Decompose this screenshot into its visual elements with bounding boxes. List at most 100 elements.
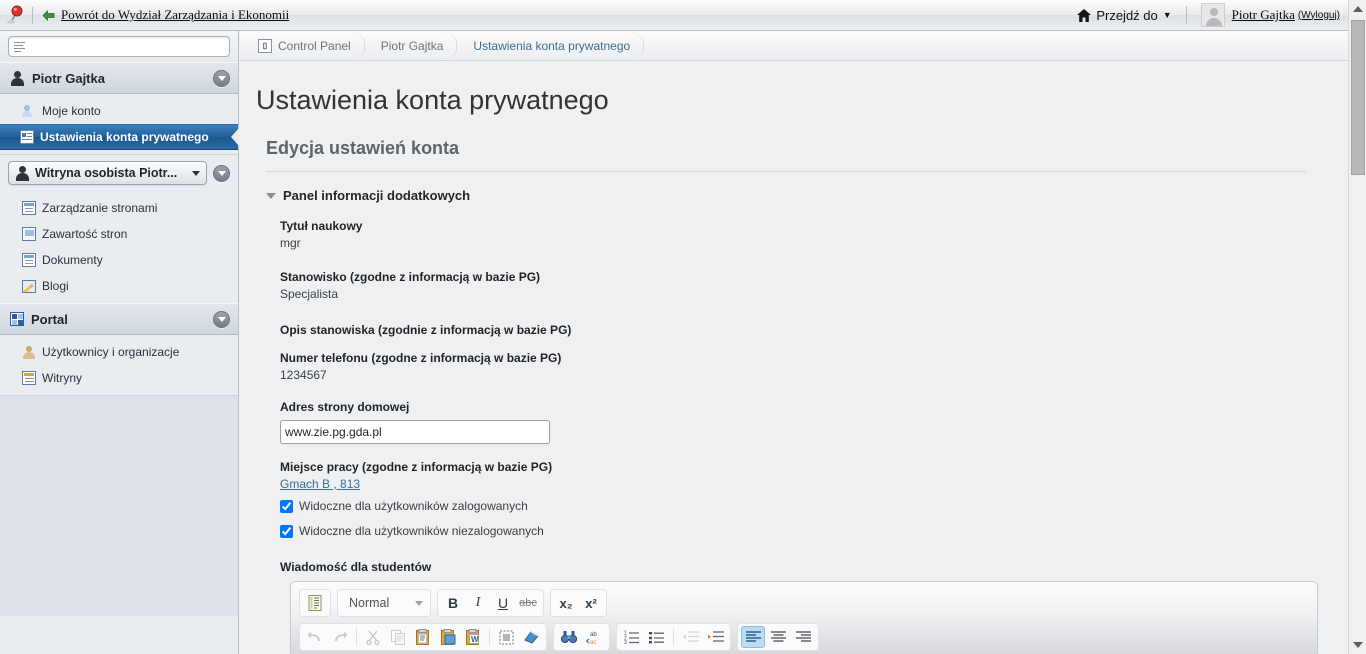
sidebar-item-uzytkownicy-i-organizacje[interactable]: Użytkownicy i organizacje [0, 339, 238, 365]
scroll-up-icon[interactable] [1349, 0, 1366, 18]
decrease-indent-icon[interactable] [678, 626, 702, 648]
paste-icon[interactable] [411, 626, 435, 648]
redo-icon[interactable] [328, 626, 352, 648]
editor-group-find: ab ac [553, 623, 610, 651]
triangle-down-icon [266, 192, 276, 199]
numbered-list-icon[interactable]: 1 2 3 [620, 626, 644, 648]
sidebar-item-zarzadzanie-stronami[interactable]: Zarządzanie stronami [0, 195, 238, 221]
field-label: Opis stanowiska (zgodnie z informacją w … [280, 323, 572, 337]
sidebar-section-user[interactable]: Piotr Gajtka [0, 62, 238, 94]
homepage-input[interactable] [280, 420, 550, 444]
sidebar-bottom-fill [0, 396, 238, 616]
goto-menu[interactable]: Przejdź do ▼ [1077, 8, 1172, 23]
paste-plain-text-icon[interactable] [436, 626, 460, 648]
user-name-link[interactable]: Piotr Gajtka [1232, 7, 1295, 23]
field-opis-stanowiska: Opis stanowiska (zgodnie z informacją w … [280, 323, 1348, 337]
svg-text:3: 3 [624, 640, 627, 644]
field-tytul-naukowy: Tytuł naukowy mgr [280, 219, 1348, 250]
sidebar-item-moje-konto[interactable]: Moje konto [0, 98, 238, 124]
visible-logged-in-checkbox[interactable] [280, 499, 293, 513]
sidebar-item-witryny[interactable]: Witryny [0, 365, 238, 391]
breadcrumb: ▯ Control Panel Piotr Gajtka Ustawienia … [240, 31, 1348, 61]
back-link[interactable]: Powrót do Wydział Zarządzania i Ekonomii [61, 7, 289, 23]
checkbox-row-logged-out: Widoczne dla użytkowników niezalogowanyc… [280, 524, 1348, 538]
scroll-thumb[interactable] [1351, 20, 1365, 175]
chevron-down-icon[interactable] [213, 69, 230, 87]
svg-text:ac: ac [590, 640, 596, 645]
breadcrumb-item-control-panel[interactable]: ▯ Control Panel [252, 31, 365, 61]
avatar[interactable] [1200, 3, 1225, 27]
sidebar-section-portal[interactable]: Portal [0, 303, 238, 335]
scroll-down-icon[interactable] [1349, 636, 1366, 654]
underline-button[interactable]: U [491, 592, 515, 614]
field-adres-strony-domowej: Adres strony domowej [280, 400, 1348, 444]
sidebar: Piotr Gajtka Moje konto Ustawienia konta… [0, 31, 239, 654]
sidebar-item-label: Moje konto [42, 104, 101, 118]
main-content: ▯ Control Panel Piotr Gajtka Ustawienia … [240, 31, 1348, 654]
section-title: Edycja ustawień konta [266, 138, 460, 158]
field-label: Wiadomość dla studentów [280, 560, 432, 574]
chevron-down-icon[interactable] [213, 164, 230, 182]
blog-pencil-icon [22, 279, 36, 293]
field-stanowisko: Stanowisko (zgodne z informacją w bazie … [280, 270, 1348, 301]
sidebar-item-dokumenty[interactable]: Dokumenty [0, 247, 238, 273]
align-left-icon[interactable] [741, 626, 765, 648]
editor-group-source [299, 589, 331, 617]
checkbox-row-logged-in: Widoczne dla użytkowników zalogowanych [280, 499, 1348, 513]
panel-toggle[interactable]: Panel informacji dodatkowych [266, 188, 1348, 203]
field-label: Stanowisko (zgodne z informacją w bazie … [280, 270, 541, 284]
back-arrow-icon [42, 9, 55, 21]
site-selector-button[interactable]: Witryna osobista Piotr... [8, 161, 207, 185]
control-panel-icon: ▯ [258, 38, 272, 53]
undo-icon[interactable] [303, 626, 327, 648]
align-center-icon[interactable] [766, 626, 790, 648]
top-bar: Powrót do Wydział Zarządzania i Ekonomii… [0, 0, 1348, 31]
copy-icon[interactable] [386, 626, 410, 648]
increase-indent-icon[interactable] [703, 626, 727, 648]
checkbox-label: Widoczne dla użytkowników niezalogowanyc… [299, 524, 544, 538]
scissors-icon[interactable] [361, 626, 385, 648]
sidebar-item-zawartosc-stron[interactable]: Zawartość stron [0, 221, 238, 247]
source-document-icon[interactable] [303, 592, 327, 614]
sidebar-item-label: Blogi [42, 279, 69, 293]
search-input[interactable] [8, 36, 230, 57]
sidebar-item-blogi[interactable]: Blogi [0, 273, 238, 299]
field-label: Miejsce pracy (zgodne z informacją w baz… [280, 460, 553, 474]
logout-link[interactable]: (Wyloguj) [1298, 10, 1340, 21]
chevron-down-icon[interactable] [213, 310, 230, 328]
subscript-button[interactable]: x₂ [554, 592, 578, 614]
person-icon [10, 70, 25, 86]
sidebar-item-ustawienia-konta-prywatnego[interactable]: Ustawienia konta prywatnego [0, 124, 238, 150]
format-select[interactable]: Normal [341, 592, 427, 614]
breadcrumb-item-ustawienia[interactable]: Ustawienia konta prywatnego [457, 31, 644, 61]
strikethrough-button[interactable]: abc [516, 592, 540, 614]
format-select-value: Normal [349, 596, 390, 610]
visible-logged-out-checkbox[interactable] [280, 524, 293, 538]
workplace-link[interactable]: Gmach B , 813 [280, 477, 360, 491]
select-all-icon[interactable] [494, 626, 518, 648]
find-binoculars-icon[interactable] [557, 626, 581, 648]
back-link-group[interactable]: Powrót do Wydział Zarządzania i Ekonomii [42, 7, 289, 23]
field-value: 1234567 [280, 368, 327, 382]
editor-group-clipboard: W [299, 623, 547, 651]
pin-icon[interactable] [0, 5, 30, 25]
replace-abc-icon[interactable]: ab ac [582, 626, 606, 648]
sidebar-group-user: Moje konto Ustawienia konta prywatnego [0, 94, 238, 154]
top-bar-right: Przejdź do ▼ Piotr Gajtka (Wyloguj) [1077, 3, 1348, 27]
divider [356, 628, 357, 646]
page-scrollbar[interactable] [1348, 0, 1366, 654]
sidebar-item-label: Ustawienia konta prywatnego [40, 130, 209, 144]
site-selector-label: Witryna osobista Piotr... [35, 166, 178, 180]
align-right-icon[interactable] [791, 626, 815, 648]
editor-toolbar-row-1: Normal B I U abc x₂ x² [299, 589, 1309, 617]
bold-button[interactable]: B [441, 592, 465, 614]
breadcrumb-item-piotr-gajtka[interactable]: Piotr Gajtka [365, 31, 458, 61]
divider [266, 171, 1306, 172]
paste-from-word-icon[interactable]: W [461, 626, 485, 648]
users-icon [22, 345, 36, 359]
chevron-down-icon [192, 170, 200, 176]
superscript-button[interactable]: x² [579, 592, 603, 614]
remove-format-eraser-icon[interactable] [519, 626, 543, 648]
italic-button[interactable]: I [466, 592, 490, 614]
bulleted-list-icon[interactable] [645, 626, 669, 648]
